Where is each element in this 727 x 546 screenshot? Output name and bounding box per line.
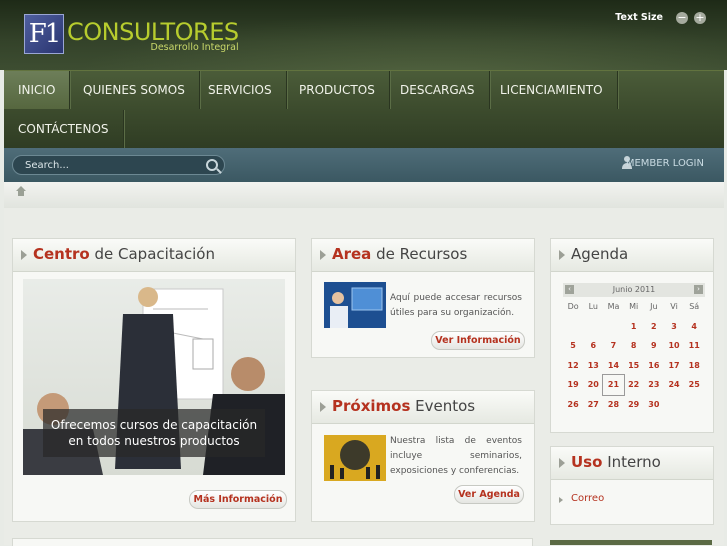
calendar-day[interactable]: 21 — [602, 374, 625, 396]
panel-title: Agenda — [571, 245, 629, 263]
calendar-day[interactable]: 20 — [583, 375, 603, 395]
calendar-weekday: Do — [567, 302, 579, 311]
logo-mark: F1 — [24, 14, 64, 54]
calendar-weekday: Ma — [607, 302, 620, 311]
calendar-day[interactable]: 27 — [583, 395, 603, 415]
calendar-day[interactable]: 3 — [664, 317, 684, 337]
footer-panel-dark — [550, 540, 712, 545]
nav-item-servicios[interactable]: SERVICIOS — [194, 71, 287, 109]
nav-item-descargas[interactable]: DESCARGAS — [386, 71, 490, 109]
calendar-empty — [583, 317, 603, 337]
nav-item-quienes-somos[interactable]: QUIENES SOMOS — [69, 71, 200, 109]
site-header: F1 CONSULTORES Desarrollo Integral Text … — [0, 0, 727, 70]
arrow-right-icon — [21, 250, 27, 260]
text-size-increase-button[interactable]: + — [694, 12, 706, 24]
panel-title: Area de Recursos — [332, 245, 468, 263]
calendar-weekday: Vi — [670, 302, 678, 311]
calendar-weekday: Mi — [629, 302, 639, 311]
calendar: ‹ Junio 2011 › Do Lu Ma Mi Ju Vi Sá 1 2 3 4 5 6 7 8 9 10… — [563, 283, 705, 414]
internal-panel: Uso Interno Correo — [550, 446, 714, 525]
events-text: Nuestra lista de eventos incluye seminar… — [390, 436, 522, 476]
calendar-day[interactable]: 23 — [644, 375, 664, 395]
mas-informacion-button[interactable]: Más Información — [189, 490, 287, 509]
arrow-right-icon — [559, 250, 565, 260]
calendar-empty — [684, 395, 704, 415]
home-icon[interactable] — [16, 186, 26, 199]
calendar-day[interactable]: 11 — [684, 336, 704, 356]
calendar-day[interactable]: 5 — [563, 336, 583, 356]
nav-item-contactenos[interactable]: CONTÁCTENOS — [4, 110, 124, 148]
main-content: Centro de Capacitación Ofrecemos cursos … — [4, 208, 724, 546]
training-panel: Centro de Capacitación Ofrecemos cursos … — [12, 238, 296, 522]
panel-title: Próximos Eventos — [332, 397, 476, 415]
ver-agenda-button[interactable]: Ver Agenda — [454, 485, 524, 504]
bullet-icon — [559, 497, 563, 503]
calendar-weekday: Lu — [588, 302, 598, 311]
calendar-weekday: Ju — [650, 302, 658, 311]
calendar-day[interactable]: 29 — [624, 395, 644, 415]
calendar-day[interactable]: 17 — [664, 356, 684, 376]
training-image[interactable]: Ofrecemos cursos de capacitación en todo… — [23, 279, 285, 475]
correo-link[interactable]: Correo — [571, 493, 604, 504]
calendar-day[interactable]: 1 — [624, 317, 644, 337]
calendar-next-button[interactable]: › — [694, 285, 703, 294]
calendar-day[interactable]: 2 — [644, 317, 664, 337]
panel-title: Centro de Capacitación — [33, 245, 215, 263]
member-login-link[interactable]: MEMBER LOGIN — [626, 158, 704, 169]
calendar-day[interactable]: 25 — [684, 375, 704, 395]
breadcrumb — [4, 182, 724, 208]
calendar-day[interactable]: 19 — [563, 375, 583, 395]
calendar-day[interactable]: 4 — [684, 317, 704, 337]
text-size-decrease-button[interactable]: − — [676, 12, 688, 24]
events-image[interactable] — [324, 435, 386, 481]
nav-item-productos[interactable]: PRODUCTOS — [285, 71, 390, 109]
main-nav: INICIO QUIENES SOMOS SERVICIOS PRODUCTOS… — [4, 70, 724, 149]
calendar-day[interactable]: 13 — [583, 356, 603, 376]
search-box — [12, 155, 225, 175]
calendar-empty — [563, 317, 583, 337]
calendar-day[interactable]: 9 — [644, 336, 664, 356]
panel-title: Uso Interno — [571, 453, 661, 471]
calendar-day[interactable]: 28 — [603, 395, 623, 415]
calendar-day[interactable]: 16 — [644, 356, 664, 376]
search-input[interactable] — [25, 158, 195, 172]
nav-item-licenciamiento[interactable]: LICENCIAMIENTO — [486, 71, 618, 109]
resources-panel: Area de Recursos Aquí puede accesar recu… — [311, 238, 535, 358]
calendar-day[interactable]: 10 — [664, 336, 684, 356]
calendar-month: Junio 2011 — [612, 285, 656, 294]
calendar-day[interactable]: 12 — [563, 356, 583, 376]
arrow-right-icon — [320, 402, 326, 412]
calendar-day[interactable]: 30 — [644, 395, 664, 415]
nav-item-inicio[interactable]: INICIO — [4, 71, 71, 109]
calendar-day[interactable]: 24 — [664, 375, 684, 395]
calendar-day[interactable]: 6 — [583, 336, 603, 356]
calendar-day[interactable]: 7 — [603, 336, 623, 356]
calendar-empty — [603, 317, 623, 337]
events-panel: Próximos Eventos Nuestra lista de evento… — [311, 390, 535, 522]
calendar-day[interactable]: 14 — [603, 356, 623, 376]
logo-name: CONSULTORES — [67, 18, 239, 46]
calendar-day[interactable]: 26 — [563, 395, 583, 415]
calendar-day[interactable]: 15 — [624, 356, 644, 376]
calendar-prev-button[interactable]: ‹ — [565, 285, 574, 294]
calendar-day[interactable]: 8 — [624, 336, 644, 356]
arrow-right-icon — [559, 458, 565, 468]
calendar-empty — [664, 395, 684, 415]
training-caption: Ofrecemos cursos de capacitación en todo… — [43, 409, 265, 457]
ver-informacion-button[interactable]: Ver Información — [431, 331, 525, 350]
text-size-label: Text Size — [615, 12, 663, 23]
resources-image[interactable] — [324, 282, 386, 328]
calendar-day[interactable]: 18 — [684, 356, 704, 376]
calendar-weekday: Sá — [689, 302, 700, 311]
search-icon[interactable] — [206, 159, 218, 171]
site-logo[interactable]: F1 CONSULTORES Desarrollo Integral — [24, 14, 239, 54]
resources-text: Aquí puede accesar recursos útiles para … — [390, 293, 522, 318]
calendar-day[interactable]: 22 — [624, 375, 644, 395]
search-bar: MEMBER LOGIN — [4, 148, 724, 182]
arrow-right-icon — [320, 250, 326, 260]
agenda-panel: Agenda ‹ Junio 2011 › Do Lu Ma Mi Ju Vi Sá 1 2 3 4… — [550, 238, 714, 433]
